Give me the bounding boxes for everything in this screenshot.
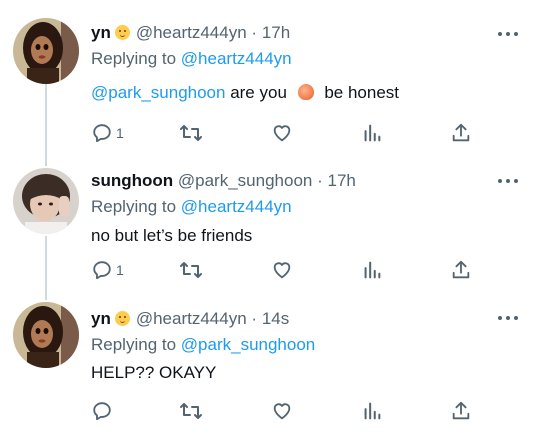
like-icon <box>273 403 291 420</box>
like-icon <box>273 262 291 279</box>
analytics-button[interactable] <box>361 399 383 423</box>
like-button[interactable] <box>271 399 293 423</box>
analytics-icon <box>364 261 381 279</box>
more-icon[interactable] <box>498 176 518 186</box>
tweet-text-main: are you <box>225 83 292 102</box>
timestamp[interactable]: 14s <box>262 309 289 328</box>
reply-icon <box>93 124 111 143</box>
tweet[interactable]: sunghoon @park_sunghoon · 17h Replying t… <box>0 160 540 300</box>
tweet-text: no but let’s be friends <box>91 226 253 245</box>
upside-down-face-emoji <box>114 311 130 326</box>
tweet-text-end: be honest <box>319 83 400 102</box>
replying-prefix: Replying to <box>91 49 181 68</box>
mention-link[interactable]: @park_sunghoon <box>91 83 225 102</box>
reply-button[interactable] <box>91 399 116 423</box>
like-button[interactable] <box>271 121 293 145</box>
display-name[interactable]: yn <box>91 23 111 42</box>
replying-to: Replying to @heartz444yn <box>91 46 500 72</box>
reply-icon <box>93 402 111 421</box>
upside-down-face-emoji <box>114 25 130 40</box>
reply-count: 1 <box>116 262 124 278</box>
like-icon <box>273 125 291 142</box>
display-name[interactable]: sunghoon <box>91 171 173 190</box>
tweet-text: @park_sunghoon are you be honest <box>91 82 500 104</box>
retweet-button[interactable] <box>179 399 203 423</box>
reply-icon <box>93 261 111 280</box>
reply-button[interactable]: 1 <box>91 258 124 282</box>
retweet-icon <box>180 125 202 141</box>
avatar[interactable] <box>13 168 79 234</box>
share-icon <box>452 123 470 142</box>
tweet[interactable]: yn @heartz444yn · 17h Replying to @heartz… <box>0 0 540 160</box>
analytics-button[interactable] <box>361 258 383 282</box>
replying-to-link[interactable]: @heartz444yn <box>181 197 292 216</box>
timestamp[interactable]: 17h <box>262 23 290 42</box>
replying-prefix: Replying to <box>91 197 181 216</box>
analytics-icon <box>364 124 381 142</box>
reply-button[interactable]: 1 <box>91 121 124 145</box>
more-icon[interactable] <box>498 313 518 323</box>
share-button[interactable] <box>450 258 472 282</box>
share-icon <box>452 401 470 420</box>
retweet-icon <box>180 262 202 278</box>
tweet[interactable]: yn @heartz444yn · 14s Replying to @park_s… <box>0 300 540 434</box>
replying-to-link[interactable]: @heartz444yn <box>181 49 292 68</box>
timestamp[interactable]: 17h <box>328 171 356 190</box>
avatar[interactable] <box>13 18 79 84</box>
retweet-icon <box>180 403 202 419</box>
replying-to: Replying to @park_sunghoon <box>91 332 500 358</box>
handle[interactable]: @heartz444yn <box>136 23 247 42</box>
share-button[interactable] <box>450 121 472 145</box>
handle[interactable]: @park_sunghoon <box>178 171 312 190</box>
avatar[interactable] <box>13 302 79 368</box>
analytics-icon <box>364 402 381 420</box>
more-icon[interactable] <box>498 29 518 39</box>
replying-to-link[interactable]: @park_sunghoon <box>181 335 315 354</box>
replying-prefix: Replying to <box>91 335 181 354</box>
peach-emoji <box>297 84 314 100</box>
reply-count: 1 <box>116 125 124 141</box>
retweet-button[interactable] <box>179 258 203 282</box>
separator: · <box>317 171 323 190</box>
tweet-text: HELP?? OKAYY <box>91 363 217 382</box>
handle[interactable]: @heartz444yn <box>136 309 247 328</box>
display-name[interactable]: yn <box>91 309 111 328</box>
share-button[interactable] <box>450 399 472 423</box>
like-button[interactable] <box>271 258 293 282</box>
analytics-button[interactable] <box>361 121 383 145</box>
replying-to: Replying to @heartz444yn <box>91 194 500 220</box>
retweet-button[interactable] <box>179 121 203 145</box>
share-icon <box>452 260 470 279</box>
